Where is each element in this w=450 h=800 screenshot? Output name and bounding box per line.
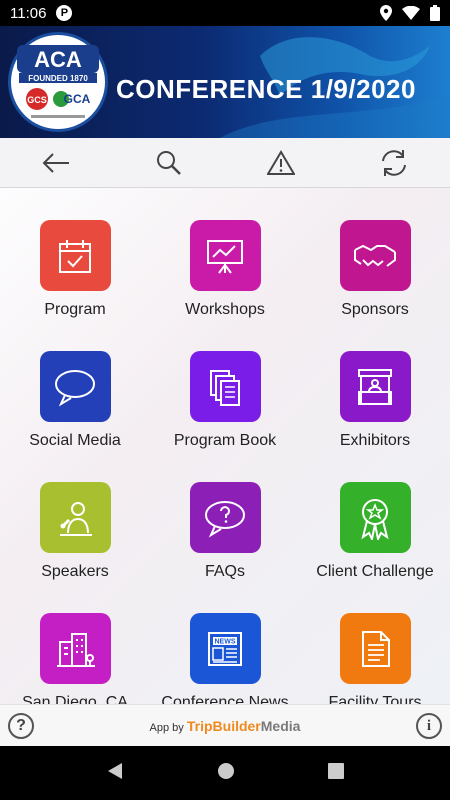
info-button[interactable]: i (416, 713, 442, 739)
tile-workshops[interactable]: Workshops (150, 220, 300, 319)
city-icon (57, 632, 95, 667)
tile-sponsors[interactable]: Sponsors (300, 220, 450, 319)
tile-icon-box (339, 220, 411, 291)
tile-program-book[interactable]: Program Book (150, 351, 300, 450)
tile-label: Sponsors (341, 301, 409, 318)
tile-label: Exhibitors (339, 432, 411, 449)
status-bar: 11:06 P (0, 0, 450, 26)
tile-icon-box: NEWS (189, 613, 261, 684)
nav-back-icon (108, 762, 122, 779)
location-icon (380, 5, 392, 21)
logo-gcs-text: GCS (27, 95, 47, 105)
alert-icon (267, 149, 296, 175)
refresh-button[interactable] (369, 141, 419, 185)
search-icon (156, 150, 181, 175)
nav-back-button[interactable] (106, 762, 124, 785)
banner-title: CONFERENCE 1/9/2020 (116, 74, 416, 104)
tile-social-media[interactable]: Social Media (0, 351, 150, 450)
tile-label: FAQs (204, 563, 245, 580)
wifi-icon (402, 6, 420, 20)
tile-label: Speakers (41, 563, 109, 580)
calendar-icon (59, 239, 91, 273)
tile-label: Conference News (161, 694, 289, 704)
tile-client-challenge[interactable]: Client Challenge (300, 482, 450, 581)
tile-label: Social Media (29, 432, 121, 449)
tile-label: Program (44, 301, 106, 318)
tile-label: Facility Tours (328, 694, 422, 704)
chat-bubble-icon (55, 369, 95, 406)
footer-credit: App by TripBuilderMedia (0, 718, 450, 734)
tile-speakers[interactable]: Speakers (0, 482, 150, 581)
nav-recents-icon (328, 762, 344, 779)
aca-logo-graphic: ACA FOUNDED 1870 GCS GCA (17, 45, 99, 118)
handshake-icon (354, 244, 396, 267)
tile-icon-box (39, 613, 111, 684)
toolbar (0, 138, 450, 188)
logo-gca-text: GCA (64, 92, 91, 106)
tile-exhibitors[interactable]: Exhibitors (300, 351, 450, 450)
refresh-icon (381, 149, 406, 176)
brand-name-media: Media (260, 718, 301, 734)
main-menu-grid: Program Workshops Sponsors Social Media … (0, 188, 450, 704)
tile-icon-box (339, 351, 411, 422)
tile-label: Program Book (173, 432, 277, 449)
tile-conference-news[interactable]: NEWS Conference News (150, 613, 300, 704)
search-button[interactable] (144, 141, 194, 185)
logo-aca-text: ACA (34, 47, 82, 72)
booth-icon (358, 368, 392, 405)
award-ribbon-icon (361, 498, 389, 540)
aca-logo: ACA FOUNDED 1870 GCS GCA (8, 32, 108, 132)
presentation-icon (207, 239, 243, 274)
tile-icon-box (39, 482, 111, 553)
tile-label: San Diego, CA (22, 694, 128, 704)
conference-banner: ACA FOUNDED 1870 GCS GCA CONFERENCE 1/9/… (0, 26, 450, 138)
tile-label: Workshops (185, 301, 265, 318)
brand-name-tripbuilder: TripBuilder (186, 718, 261, 734)
speaker-icon (60, 501, 92, 536)
nav-recents-button[interactable] (328, 762, 344, 784)
credit-prefix: App by (149, 722, 187, 734)
status-icons (380, 5, 440, 21)
tile-icon-box (189, 220, 261, 291)
tile-faqs[interactable]: FAQs (150, 482, 300, 581)
system-navigation-bar (0, 746, 450, 800)
logo-founded-text: FOUNDED 1870 (28, 74, 88, 83)
tile-facility-tours[interactable]: Facility Tours (300, 613, 450, 704)
battery-icon (430, 5, 440, 21)
notification-app-icon: P (56, 5, 73, 21)
tile-icon-box (339, 613, 411, 684)
question-bubble-icon (205, 500, 245, 537)
tile-program[interactable]: Program (0, 220, 150, 319)
document-icon (362, 630, 390, 667)
tile-icon-box (189, 482, 261, 553)
tile-icon-box (39, 220, 111, 291)
footer: ? App by TripBuilderMedia i (0, 704, 450, 746)
tile-label: Client Challenge (316, 563, 434, 580)
tile-icon-box (39, 351, 111, 422)
status-time: 11:06 (10, 4, 47, 22)
tile-san-diego[interactable]: San Diego, CA (0, 613, 150, 704)
alerts-button[interactable] (256, 141, 306, 185)
nav-home-button[interactable] (216, 761, 236, 786)
back-arrow-icon (42, 152, 70, 173)
back-button[interactable] (31, 141, 81, 185)
tile-icon-box (189, 351, 261, 422)
nav-home-icon (218, 762, 234, 779)
newspaper-icon: NEWS (208, 631, 242, 666)
documents-icon (210, 369, 240, 406)
svg-text:NEWS: NEWS (215, 638, 236, 645)
tile-icon-box (339, 482, 411, 553)
